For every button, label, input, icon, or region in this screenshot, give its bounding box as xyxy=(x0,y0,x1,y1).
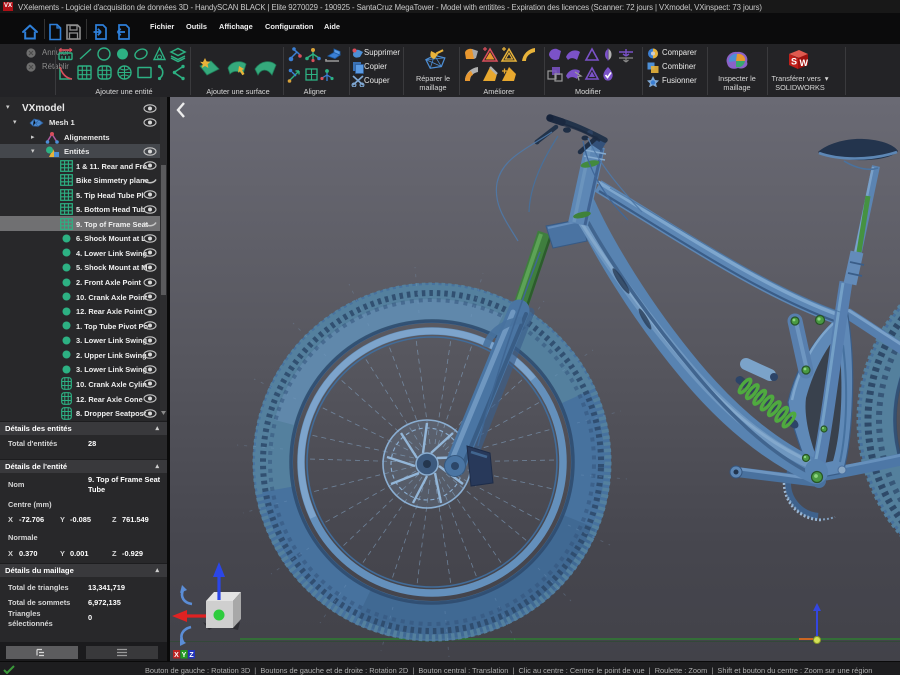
svg-text:Z: Z xyxy=(189,652,194,659)
svg-text:Y: Y xyxy=(182,652,187,659)
svg-text:S: S xyxy=(791,57,797,67)
svg-text:W: W xyxy=(800,58,809,68)
svg-text:X: X xyxy=(174,652,179,659)
